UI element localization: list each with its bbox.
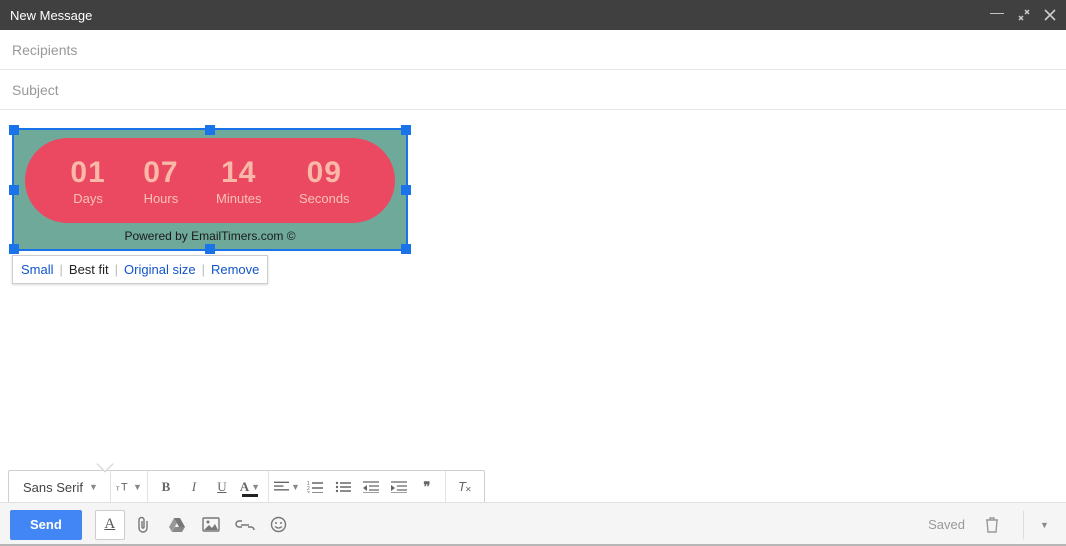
svg-text:т: т: [116, 483, 120, 492]
insert-photo-button[interactable]: [195, 510, 227, 540]
resize-handle[interactable]: [205, 244, 215, 254]
timer-hours: 07 Hours: [143, 156, 178, 206]
italic-button[interactable]: I: [181, 474, 207, 500]
timer-seconds-value: 09: [299, 156, 350, 190]
powered-by-text: Powered by EmailTimers.com ©: [124, 229, 295, 243]
separator: |: [115, 262, 118, 277]
resize-handle[interactable]: [205, 125, 215, 135]
chevron-down-icon: ▼: [89, 482, 98, 492]
subject-row: [0, 70, 1066, 110]
inserted-image[interactable]: 01 Days 07 Hours 14 Minutes 09 Seconds P…: [12, 128, 408, 251]
indent-less-button[interactable]: [358, 474, 384, 500]
popout-icon[interactable]: [1018, 9, 1030, 21]
chevron-down-icon: ▼: [1040, 520, 1049, 530]
svg-text:3: 3: [307, 491, 310, 493]
separator: |: [202, 262, 205, 277]
compose-header: New Message —: [0, 0, 1066, 30]
align-button[interactable]: ▼: [274, 474, 300, 500]
resize-handle[interactable]: [401, 125, 411, 135]
discard-draft-button[interactable]: [976, 510, 1008, 540]
image-size-toolbar: Small | Best fit | Original size | Remov…: [12, 255, 268, 284]
resize-handle[interactable]: [401, 244, 411, 254]
font-family-label: Sans Serif: [23, 480, 83, 495]
resize-handle[interactable]: [9, 185, 19, 195]
text-color-button[interactable]: A▼: [237, 474, 263, 500]
insert-drive-button[interactable]: [161, 510, 193, 540]
more-options-button[interactable]: ▼: [1023, 510, 1055, 540]
underline-button[interactable]: U: [209, 474, 235, 500]
recipients-row: [0, 30, 1066, 70]
font-family-selector[interactable]: Sans Serif ▼: [15, 480, 106, 495]
timer-hours-label: Hours: [143, 191, 178, 206]
resize-handle[interactable]: [9, 125, 19, 135]
attach-file-button[interactable]: [127, 510, 159, 540]
image-size-original[interactable]: Original size: [124, 262, 196, 277]
timer-seconds: 09 Seconds: [299, 156, 350, 206]
recipients-input[interactable]: [12, 42, 1054, 58]
compose-title: New Message: [10, 8, 990, 23]
bold-button[interactable]: B: [153, 474, 179, 500]
font-size-selector[interactable]: тT ▼: [116, 474, 142, 500]
separator: |: [60, 262, 63, 277]
image-remove[interactable]: Remove: [211, 262, 259, 277]
timer-days-label: Days: [70, 191, 105, 206]
bulleted-list-button[interactable]: [330, 474, 356, 500]
svg-text:✕: ✕: [465, 485, 472, 494]
indent-more-button[interactable]: [386, 474, 412, 500]
send-button[interactable]: Send: [10, 510, 82, 540]
timer-pill: 01 Days 07 Hours 14 Minutes 09 Seconds: [25, 138, 395, 223]
chevron-down-icon: ▼: [251, 482, 260, 492]
timer-days-value: 01: [70, 156, 105, 190]
svg-text:T: T: [121, 481, 128, 493]
insert-emoji-button[interactable]: [263, 510, 295, 540]
image-size-best-fit[interactable]: Best fit: [69, 262, 109, 277]
timer-seconds-label: Seconds: [299, 191, 350, 206]
timer-minutes-value: 14: [216, 156, 262, 190]
close-icon[interactable]: [1044, 9, 1056, 21]
header-controls: —: [990, 9, 1056, 21]
numbered-list-button[interactable]: 123: [302, 474, 328, 500]
timer-hours-value: 07: [143, 156, 178, 190]
resize-handle[interactable]: [9, 244, 19, 254]
countdown-timer: 01 Days 07 Hours 14 Minutes 09 Seconds P…: [14, 130, 406, 249]
timer-minutes: 14 Minutes: [216, 156, 262, 206]
remove-formatting-button[interactable]: T✕: [451, 474, 477, 500]
formatting-toggle-button[interactable]: A: [95, 510, 125, 540]
timer-days: 01 Days: [70, 156, 105, 206]
insert-link-button[interactable]: [229, 510, 261, 540]
timer-minutes-label: Minutes: [216, 191, 262, 206]
send-bar: Send A Saved ▼: [0, 502, 1066, 546]
quote-button[interactable]: ❞: [414, 474, 440, 500]
subject-input[interactable]: [12, 82, 1054, 98]
formatting-toolbar: Sans Serif ▼ тT ▼ B I U A▼ ▼ 123 ❞: [8, 470, 485, 504]
compose-body[interactable]: 01 Days 07 Hours 14 Minutes 09 Seconds P…: [0, 110, 1066, 464]
saved-status: Saved: [928, 517, 965, 532]
resize-handle[interactable]: [401, 185, 411, 195]
image-size-small[interactable]: Small: [21, 262, 54, 277]
chevron-down-icon: ▼: [133, 482, 142, 492]
chevron-down-icon: ▼: [291, 482, 300, 492]
